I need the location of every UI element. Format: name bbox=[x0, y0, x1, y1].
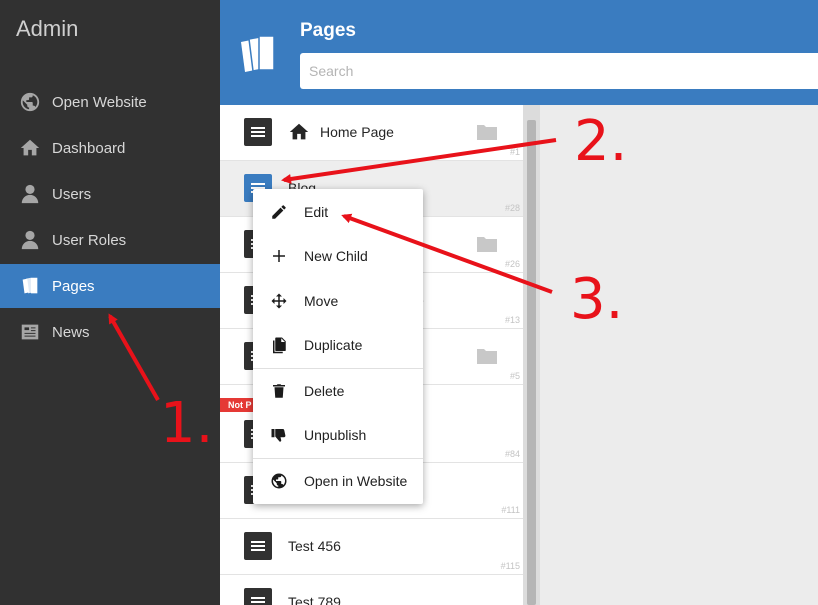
list-item[interactable]: Test 456 #115 bbox=[220, 519, 523, 575]
menu-item-label: Duplicate bbox=[304, 337, 363, 353]
sidebar-item-label: Dashboard bbox=[52, 139, 126, 157]
menu-item-label: Unpublish bbox=[304, 427, 367, 443]
context-menu: Edit New Child Move Duplicate Delete Unp… bbox=[253, 189, 423, 504]
row-menu-button[interactable] bbox=[244, 118, 272, 146]
menu-item-move[interactable]: Move bbox=[253, 282, 423, 320]
annotation-step-3: 3. bbox=[570, 267, 624, 332]
page-header: Pages bbox=[220, 0, 818, 105]
menu-divider bbox=[253, 458, 423, 459]
search-input[interactable] bbox=[300, 53, 818, 89]
duplicate-icon bbox=[270, 336, 288, 354]
annotation-step-2: 2. bbox=[574, 109, 628, 174]
sidebar-item-label: User Roles bbox=[52, 231, 127, 249]
folder-icon bbox=[477, 125, 497, 140]
pages-icon bbox=[18, 274, 42, 298]
trash-icon bbox=[270, 382, 288, 400]
hamburger-icon bbox=[251, 541, 265, 551]
menu-item-delete[interactable]: Delete bbox=[253, 372, 423, 410]
page-label: Test 789 bbox=[288, 594, 341, 605]
sidebar-item-user-roles[interactable]: User Roles bbox=[0, 218, 220, 262]
page-title: Pages bbox=[300, 20, 356, 41]
page-label: Home Page bbox=[320, 124, 394, 140]
sidebar-item-pages[interactable]: Pages bbox=[0, 264, 220, 308]
thumbs-down-icon bbox=[270, 426, 288, 444]
menu-item-unpublish[interactable]: Unpublish bbox=[253, 416, 423, 454]
user-icon bbox=[18, 182, 42, 206]
folder-icon bbox=[477, 237, 497, 252]
page-id: #1 bbox=[509, 147, 520, 157]
globe-icon bbox=[270, 472, 288, 490]
sidebar-item-dashboard[interactable]: Dashboard bbox=[0, 126, 220, 170]
sidebar-item-news[interactable]: News bbox=[0, 310, 220, 354]
menu-item-label: Delete bbox=[304, 383, 345, 399]
annotation-step-1: 1. bbox=[160, 391, 214, 456]
sidebar-item-label: News bbox=[52, 323, 90, 341]
menu-divider bbox=[253, 368, 423, 369]
user-roles-icon bbox=[18, 228, 42, 252]
page-id: #26 bbox=[504, 259, 520, 269]
sidebar-item-users[interactable]: Users bbox=[0, 172, 220, 216]
menu-item-new-child[interactable]: New Child bbox=[253, 237, 423, 275]
news-icon bbox=[18, 320, 42, 344]
list-item[interactable]: Home Page #1 bbox=[220, 105, 523, 161]
list-item[interactable]: Test 789 bbox=[220, 575, 523, 605]
scrollbar-thumb[interactable] bbox=[527, 120, 536, 605]
menu-item-label: Edit bbox=[304, 204, 329, 220]
row-menu-button[interactable] bbox=[244, 532, 272, 560]
page-id: #13 bbox=[504, 315, 520, 325]
menu-item-duplicate[interactable]: Duplicate bbox=[253, 326, 423, 364]
home-icon bbox=[18, 136, 42, 160]
menu-item-label: Open in Website bbox=[304, 473, 408, 489]
menu-item-open-in-website[interactable]: Open in Website bbox=[253, 462, 423, 500]
home-icon bbox=[289, 123, 309, 140]
pencil-icon bbox=[270, 203, 288, 221]
globe-icon bbox=[18, 90, 42, 114]
hamburger-icon bbox=[251, 127, 265, 137]
plus-icon bbox=[270, 247, 288, 265]
pages-icon bbox=[241, 35, 275, 72]
sidebar-item-label: Pages bbox=[52, 277, 95, 295]
page-id: #84 bbox=[504, 449, 520, 459]
hamburger-icon bbox=[251, 597, 265, 603]
page-id: #115 bbox=[500, 561, 520, 571]
page-id: #5 bbox=[509, 371, 520, 381]
menu-item-edit[interactable]: Edit bbox=[253, 193, 423, 231]
content-pane bbox=[540, 105, 818, 605]
move-icon bbox=[270, 292, 288, 310]
page-label: Test 456 bbox=[288, 538, 341, 554]
brand-title: Admin bbox=[16, 16, 79, 41]
sidebar-item-label: Users bbox=[52, 185, 92, 203]
menu-item-label: New Child bbox=[304, 248, 368, 264]
sidebar-item-open-website[interactable]: Open Website bbox=[0, 80, 220, 124]
sidebar: Admin Open Website Dashboard Users User … bbox=[0, 0, 220, 605]
sidebar-item-label: Open Website bbox=[52, 93, 147, 111]
row-menu-button[interactable] bbox=[244, 588, 272, 605]
page-id: #28 bbox=[504, 203, 520, 213]
menu-item-label: Move bbox=[304, 293, 339, 309]
page-id: #111 bbox=[501, 505, 520, 515]
folder-icon bbox=[477, 349, 497, 364]
